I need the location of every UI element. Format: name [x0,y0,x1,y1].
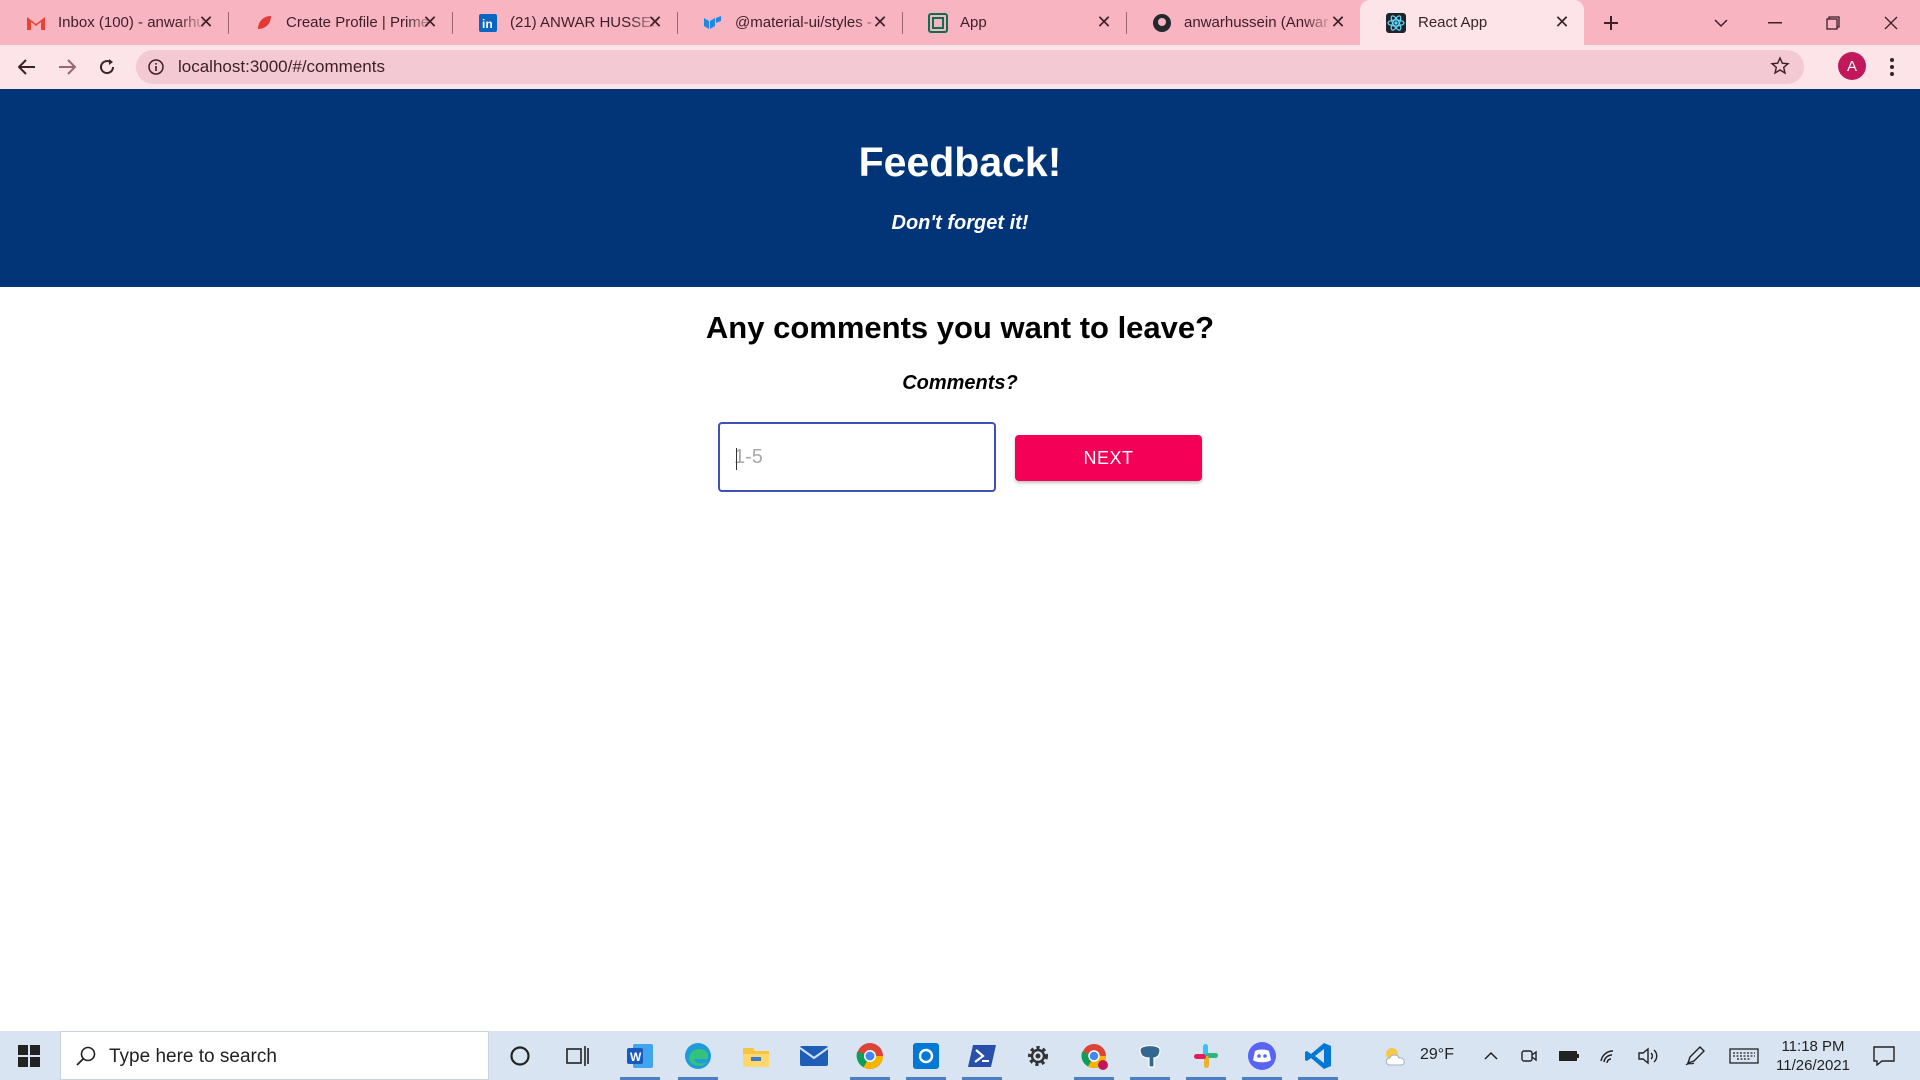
tab-title: anwarhussein (Anwar [1184,14,1329,31]
tab-title: Inbox (100) - anwarhu [58,14,205,31]
tab-react-app[interactable]: React App ✕ [1360,0,1584,45]
url-text[interactable]: localhost:3000/#/comments [178,50,385,84]
question-heading: Any comments you want to leave? [705,310,1215,345]
tab-github[interactable]: anwarhussein (Anwar ✕ [1126,0,1360,45]
mail-icon[interactable] [786,1031,842,1080]
volume-icon[interactable] [1634,1031,1664,1080]
slack-icon[interactable] [1178,1031,1234,1080]
comments-input[interactable] [734,424,984,490]
tab-linkedin[interactable]: in (21) ANWAR HUSSEIN ✕ [452,0,678,45]
github-icon [1152,13,1172,33]
text-caret [736,448,737,470]
restore-icon [1826,15,1840,30]
restore-button[interactable] [1818,0,1848,45]
keyboard-icon[interactable] [1726,1031,1762,1080]
outlook-icon[interactable] [898,1031,954,1080]
taskbar-clock[interactable]: 11:18 PM 11/26/2021 [1770,1037,1856,1075]
clock-time: 11:18 PM [1781,1038,1845,1055]
close-icon [1884,16,1898,29]
tab-gmail[interactable]: Inbox (100) - anwarhu ✕ [0,0,229,45]
tab-close-icon[interactable]: ✕ [196,12,216,32]
tab-close-icon[interactable]: ✕ [1328,12,1348,32]
tab-title: (21) ANWAR HUSSEIN [510,14,660,31]
tab-material-ui[interactable]: @material-ui/styles - ✕ [677,0,903,45]
bookmark-star-icon[interactable] [1770,56,1790,81]
chevron-down-icon [1714,18,1728,27]
tab-title: Create Profile | Prime [286,14,430,31]
address-bar[interactable]: localhost:3000/#/comments [136,50,1804,84]
chrome-profile-icon[interactable] [1066,1031,1122,1080]
browser-toolbar: localhost:3000/#/comments [0,45,1920,89]
windows-taskbar: Type here to search W 29°F 11:18 PM 11/2… [0,1031,1920,1080]
cortana-icon[interactable] [496,1031,544,1080]
search-icon [75,1045,97,1072]
browser-tab-strip: Inbox (100) - anwarhu ✕ Create Profile |… [0,0,1920,45]
clock-date: 11/26/2021 [1776,1057,1850,1074]
taskbar-search-placeholder: Type here to search [109,1046,277,1067]
tab-title: App [960,14,987,31]
battery-icon[interactable] [1554,1031,1584,1080]
close-window-button[interactable] [1876,0,1906,45]
back-button[interactable] [12,52,42,82]
comments-label: Comments? [902,372,1018,394]
tab-app[interactable]: App ✕ [902,0,1127,45]
arrow-right-icon [59,59,76,75]
settings-icon[interactable] [1010,1031,1066,1080]
tab-search-button[interactable] [1706,0,1736,45]
tab-close-icon[interactable]: ✕ [1552,12,1572,32]
start-button[interactable] [0,1031,58,1080]
word-icon[interactable]: W [612,1031,668,1080]
arrow-left-icon [18,59,35,75]
meet-now-icon[interactable] [1514,1031,1544,1080]
tab-title: React App [1418,14,1488,31]
comments-field[interactable] [718,422,996,492]
notification-icon[interactable] [1864,1031,1904,1080]
new-tab-button[interactable] [1596,0,1626,45]
wifi-icon[interactable] [1594,1031,1624,1080]
file-explorer-icon[interactable] [728,1031,784,1080]
weather-icon[interactable] [1378,1031,1414,1080]
weather-temperature[interactable]: 29°F [1420,1046,1454,1064]
plus-icon [1604,15,1618,30]
kebab-menu-icon [1890,58,1894,76]
profile-avatar[interactable]: A [1838,52,1866,80]
page-header: Feedback! Don't forget it! [0,89,1920,287]
reload-button[interactable] [92,52,122,82]
react-icon [1386,12,1406,33]
page-subtitle: Don't forget it! [891,212,1029,234]
chevron-up-icon[interactable] [1476,1031,1506,1080]
svg-text:in: in [482,17,493,31]
minimize-icon [1768,21,1782,23]
tab-prime[interactable]: Create Profile | Prime ✕ [228,0,453,45]
reload-icon [100,59,115,75]
info-icon[interactable] [148,59,164,80]
edge-icon[interactable] [670,1031,726,1080]
tab-close-icon[interactable]: ✕ [870,12,890,32]
vscode-icon[interactable] [1290,1031,1346,1080]
svg-text:W: W [630,1050,642,1064]
material-ui-icon [703,13,723,33]
gmail-icon [26,13,46,33]
pen-icon[interactable] [1680,1031,1710,1080]
tab-title: @material-ui/styles - [735,14,872,31]
minimize-button[interactable] [1760,0,1790,45]
powershell-icon[interactable] [954,1031,1010,1080]
tab-close-icon[interactable]: ✕ [645,12,665,32]
linkedin-icon: in [478,13,498,33]
tab-close-icon[interactable]: ✕ [1094,12,1114,32]
task-view-icon[interactable] [554,1031,602,1080]
browser-menu-button[interactable] [1882,52,1902,82]
chrome-icon[interactable] [842,1031,898,1080]
forward-button[interactable] [52,52,82,82]
postgres-icon[interactable] [1122,1031,1178,1080]
discord-icon[interactable] [1234,1031,1290,1080]
page-title: Feedback! [858,139,1062,185]
windows-logo-icon [18,1044,40,1067]
taskbar-search[interactable]: Type here to search [60,1031,489,1080]
tab-close-icon[interactable]: ✕ [420,12,440,32]
prime-icon [254,13,274,33]
next-button[interactable]: NEXT [1015,435,1202,481]
app-icon [928,12,948,33]
